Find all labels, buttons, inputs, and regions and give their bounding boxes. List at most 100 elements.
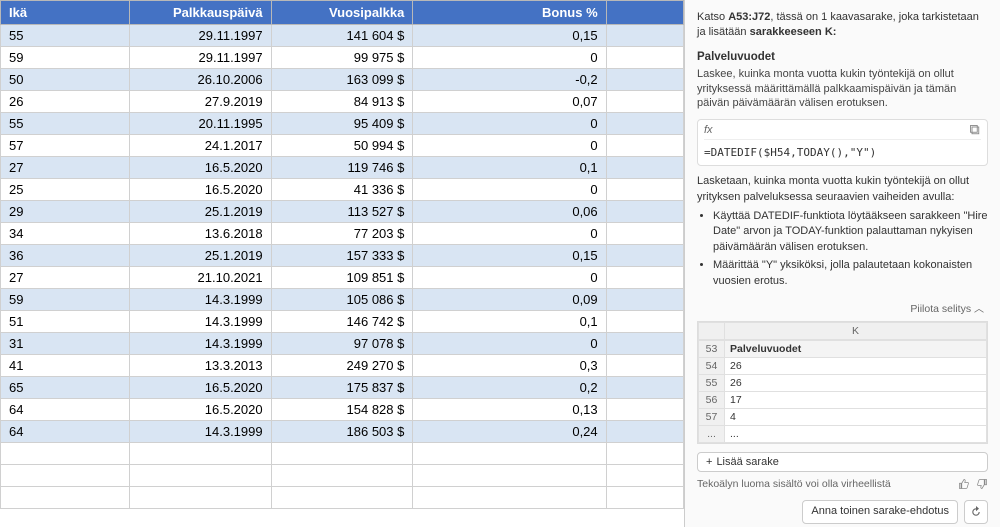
table-row[interactable]: 4113.3.2013249 270 $0,3	[1, 355, 684, 377]
cell[interactable]: 34	[1, 223, 130, 245]
cell[interactable]: 105 086 $	[271, 289, 413, 311]
cell-empty[interactable]	[606, 377, 683, 399]
table-row[interactable]: 6516.5.2020175 837 $0,2	[1, 377, 684, 399]
cell[interactable]: 29.11.1997	[129, 25, 271, 47]
cell[interactable]: 163 099 $	[271, 69, 413, 91]
cell[interactable]: 50	[1, 69, 130, 91]
table-row[interactable]: 5114.3.1999146 742 $0,1	[1, 311, 684, 333]
cell-empty[interactable]	[606, 25, 683, 47]
table-row[interactable]: 5914.3.1999105 086 $0,09	[1, 289, 684, 311]
cell-empty[interactable]	[271, 443, 413, 465]
cell[interactable]: 57	[1, 135, 130, 157]
table-row[interactable]: 3625.1.2019157 333 $0,15	[1, 245, 684, 267]
cell[interactable]: 24.1.2017	[129, 135, 271, 157]
cell[interactable]: 13.3.2013	[129, 355, 271, 377]
spreadsheet-area[interactable]: Ikä Palkkauspäivä Vuosipalkka Bonus % 55…	[0, 0, 685, 527]
cell[interactable]: 65	[1, 377, 130, 399]
table-row[interactable]: 6416.5.2020154 828 $0,13	[1, 399, 684, 421]
cell-empty[interactable]	[606, 223, 683, 245]
table-row[interactable]: 2516.5.202041 336 $0	[1, 179, 684, 201]
cell[interactable]: 0,15	[413, 245, 606, 267]
cell[interactable]: 0,2	[413, 377, 606, 399]
cell[interactable]: 64	[1, 421, 130, 443]
cell-empty[interactable]	[606, 179, 683, 201]
cell-empty[interactable]	[1, 465, 130, 487]
cell[interactable]: 16.5.2020	[129, 179, 271, 201]
cell[interactable]: 157 333 $	[271, 245, 413, 267]
cell[interactable]: 21.10.2021	[129, 267, 271, 289]
cell[interactable]: 64	[1, 399, 130, 421]
add-column-button[interactable]: + Lisää sarake	[697, 452, 988, 472]
cell[interactable]: 41 336 $	[271, 179, 413, 201]
cell[interactable]: 0,07	[413, 91, 606, 113]
cell-empty[interactable]	[606, 201, 683, 223]
cell[interactable]: 25	[1, 179, 130, 201]
cell[interactable]: 26	[1, 91, 130, 113]
cell[interactable]: 97 078 $	[271, 333, 413, 355]
cell[interactable]: 0	[413, 267, 606, 289]
cell-empty[interactable]	[271, 487, 413, 509]
cell[interactable]: 50 994 $	[271, 135, 413, 157]
col-header-ika[interactable]: Ikä	[1, 1, 130, 25]
cell[interactable]: 109 851 $	[271, 267, 413, 289]
cell[interactable]: 154 828 $	[271, 399, 413, 421]
cell[interactable]: 249 270 $	[271, 355, 413, 377]
cell[interactable]: 27	[1, 267, 130, 289]
cell-empty[interactable]	[606, 91, 683, 113]
refresh-button[interactable]	[964, 500, 988, 524]
col-header-palkkauspaiva[interactable]: Palkkauspäivä	[129, 1, 271, 25]
cell[interactable]: 0,3	[413, 355, 606, 377]
cell[interactable]: 36	[1, 245, 130, 267]
cell[interactable]: 0	[413, 333, 606, 355]
cell[interactable]: 25.1.2019	[129, 245, 271, 267]
table-row[interactable]: 3114.3.199997 078 $0	[1, 333, 684, 355]
cell[interactable]: 27	[1, 157, 130, 179]
table-row[interactable]: 2925.1.2019113 527 $0,06	[1, 201, 684, 223]
cell-empty[interactable]	[606, 47, 683, 69]
cell-empty[interactable]	[606, 113, 683, 135]
cell[interactable]: 77 203 $	[271, 223, 413, 245]
cell[interactable]: 16.5.2020	[129, 157, 271, 179]
cell[interactable]: 29.11.1997	[129, 47, 271, 69]
cell[interactable]: 0,1	[413, 311, 606, 333]
cell-empty[interactable]	[606, 311, 683, 333]
copy-formula-icon[interactable]	[969, 124, 981, 136]
cell[interactable]: 95 409 $	[271, 113, 413, 135]
cell[interactable]: 0,1	[413, 157, 606, 179]
cell-empty[interactable]	[1, 487, 130, 509]
cell-empty[interactable]	[606, 355, 683, 377]
cell[interactable]: 14.3.1999	[129, 421, 271, 443]
cell-empty[interactable]	[606, 399, 683, 421]
cell[interactable]: 14.3.1999	[129, 333, 271, 355]
cell[interactable]: 14.3.1999	[129, 289, 271, 311]
cell[interactable]: 84 913 $	[271, 91, 413, 113]
cell[interactable]: 141 604 $	[271, 25, 413, 47]
formula-text[interactable]: =DATEDIF($H54,TODAY(),"Y")	[704, 144, 981, 161]
cell-empty[interactable]	[413, 443, 606, 465]
table-row[interactable]: 6414.3.1999186 503 $0,24	[1, 421, 684, 443]
cell[interactable]: 16.5.2020	[129, 399, 271, 421]
cell-empty[interactable]	[129, 443, 271, 465]
table-row[interactable]: 5529.11.1997141 604 $0,15	[1, 25, 684, 47]
cell[interactable]: 0,06	[413, 201, 606, 223]
cell[interactable]: 146 742 $	[271, 311, 413, 333]
cell[interactable]: 0,24	[413, 421, 606, 443]
table-row[interactable]: 5929.11.199799 975 $0	[1, 47, 684, 69]
cell-empty[interactable]	[606, 421, 683, 443]
cell-empty[interactable]	[606, 289, 683, 311]
cell[interactable]: 29	[1, 201, 130, 223]
col-header-vuosipalkka[interactable]: Vuosipalkka	[271, 1, 413, 25]
cell-empty[interactable]	[413, 465, 606, 487]
table-row[interactable]: 2627.9.201984 913 $0,07	[1, 91, 684, 113]
thumbs-down-icon[interactable]	[976, 478, 988, 490]
table-row[interactable]: 5724.1.201750 994 $0	[1, 135, 684, 157]
cell-empty[interactable]	[129, 465, 271, 487]
cell[interactable]: 59	[1, 47, 130, 69]
cell[interactable]: 0,13	[413, 399, 606, 421]
col-header-bonus[interactable]: Bonus %	[413, 1, 606, 25]
cell[interactable]: 0	[413, 47, 606, 69]
cell[interactable]: 14.3.1999	[129, 311, 271, 333]
cell-empty[interactable]	[606, 465, 683, 487]
cell[interactable]: 0	[413, 113, 606, 135]
cell-empty[interactable]	[606, 135, 683, 157]
